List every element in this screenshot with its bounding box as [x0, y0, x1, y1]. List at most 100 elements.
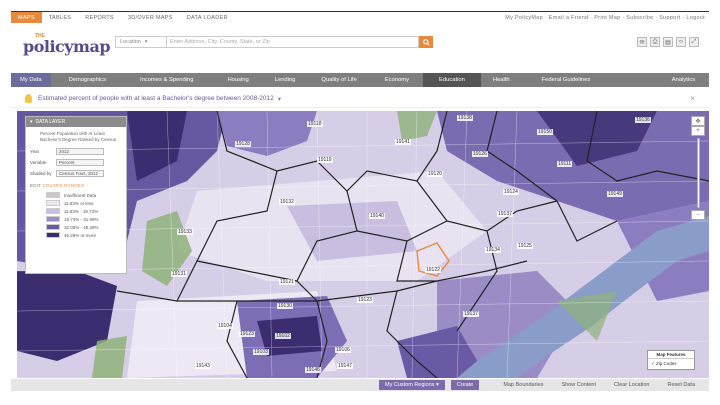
- variable-select[interactable]: Percent: [56, 159, 104, 166]
- menu-housing[interactable]: Housing: [213, 73, 262, 87]
- lightbulb-icon: [25, 94, 32, 103]
- legend-swatch: [46, 216, 60, 222]
- year-row: Year 2012: [26, 146, 126, 157]
- custom-regions-label: My Custom Regions: [385, 382, 435, 388]
- zip-label: 19141: [395, 139, 411, 145]
- menu-quality-of-life[interactable]: Quality of Life: [307, 73, 370, 87]
- footer-bar: My Custom Regions ▾ Create Map Boundarie…: [11, 379, 709, 391]
- map-canvas[interactable]: 19128 19138 19141 19150 19118 19119 1912…: [17, 111, 709, 378]
- zip-label: 19126: [472, 151, 488, 157]
- zoom-slider[interactable]: [696, 138, 700, 208]
- nav-maps[interactable]: MAPS: [11, 12, 42, 23]
- legend-swatch: [46, 232, 60, 238]
- zip-label: 19120: [427, 171, 443, 177]
- zip-label: 19130: [277, 303, 293, 309]
- legend-row: 19.74% - 31.99%: [46, 215, 122, 223]
- edit-label: EDIT: [30, 183, 41, 188]
- nav-tables[interactable]: TABLES: [42, 12, 78, 23]
- year-select[interactable]: 2012: [56, 148, 104, 155]
- zip-label: 19140: [369, 213, 385, 219]
- email-icon[interactable]: ✉: [637, 37, 647, 47]
- zip-label: 19102: [275, 333, 291, 339]
- create-button[interactable]: Create: [450, 380, 480, 390]
- zoom-in-button[interactable]: +: [691, 126, 705, 136]
- legend-row: 11.83% or less: [46, 199, 122, 207]
- edit-row: EDIT COLORS RANGES: [26, 179, 126, 191]
- top-nav-bar: MAPS TABLES REPORTS 3D/OVER MAPS DATA LO…: [11, 11, 709, 23]
- fullscreen-icon[interactable]: ⤢: [689, 37, 699, 47]
- zip-label: 19128: [235, 141, 251, 147]
- close-icon[interactable]: ×: [690, 94, 695, 103]
- map-tools: ✉ ⎙ ▤ ‹› ⤢: [637, 37, 699, 47]
- legend-row: 45.29% or more: [46, 231, 122, 239]
- location-label: Location: [120, 39, 141, 45]
- clear-location-button[interactable]: Clear Location: [608, 380, 655, 390]
- policymap-logo[interactable]: THE policymap: [23, 31, 111, 59]
- account-links[interactable]: My PolicyMap · Email a Friend · Print Ma…: [505, 15, 709, 21]
- zip-codes-toggle[interactable]: ✓ Zip Codes: [648, 359, 694, 369]
- chevron-down-icon[interactable]: ▾: [278, 95, 281, 103]
- reset-data-button[interactable]: Reset Data: [661, 380, 701, 390]
- show-content-button[interactable]: Show Content: [555, 380, 602, 390]
- chevron-down-icon: ▾: [436, 382, 439, 388]
- zoom-out-button[interactable]: −: [691, 210, 705, 220]
- edit-colors-link[interactable]: COLORS: [42, 183, 62, 188]
- legend-label: 45.29% or more: [64, 232, 97, 238]
- menu-my-data[interactable]: My Data: [11, 73, 51, 87]
- menu-health[interactable]: Health: [481, 73, 522, 87]
- legend-label: 11.83% - 19.73%: [64, 208, 99, 214]
- edit-ranges-link[interactable]: RANGES: [64, 183, 84, 188]
- zip-label: 19131: [171, 271, 187, 277]
- map-boundaries-button[interactable]: Map Boundaries: [497, 380, 549, 390]
- nav-3d-over-maps[interactable]: 3D/OVER MAPS: [121, 12, 180, 23]
- legend-row: 11.83% - 19.73%: [46, 207, 122, 215]
- search-bar: Location ▾ Enter Address, City, County, …: [115, 36, 433, 48]
- menu-education[interactable]: Education: [423, 73, 481, 87]
- layer-title: Estimated percent of people with at leas…: [38, 95, 274, 102]
- nav-data-loader[interactable]: DATA LOADER: [180, 12, 235, 23]
- print-icon[interactable]: ⎙: [650, 37, 660, 47]
- embed-icon[interactable]: ‹›: [676, 37, 686, 47]
- zip-label: 19118: [307, 121, 323, 127]
- zoom-control: ✥ + −: [691, 116, 705, 220]
- search-button[interactable]: [419, 36, 433, 48]
- zip-label: 19124: [503, 189, 519, 195]
- legend-row: Insufficient Data: [46, 191, 122, 199]
- menu-incomes-spending[interactable]: Incomes & Spending: [120, 73, 214, 87]
- nav-reports[interactable]: REPORTS: [78, 12, 121, 23]
- top-nav: MAPS TABLES REPORTS 3D/OVER MAPS DATA LO…: [11, 12, 235, 23]
- legend-swatch: [46, 224, 60, 230]
- search-input[interactable]: Enter Address, City, County, State, or Z…: [167, 36, 419, 48]
- category-menu: My Data Demographics Incomes & Spending …: [11, 73, 709, 87]
- zip-label: 19119: [317, 157, 333, 163]
- location-dropdown[interactable]: Location ▾: [115, 36, 167, 48]
- zip-label: 19111: [557, 161, 573, 167]
- legend-swatch: [46, 208, 60, 214]
- legend-swatch: [46, 200, 60, 206]
- save-icon[interactable]: ▤: [663, 37, 673, 47]
- menu-lending[interactable]: Lending: [263, 73, 308, 87]
- menu-economy[interactable]: Economy: [371, 73, 423, 87]
- zip-label: 19149: [607, 191, 623, 197]
- custom-regions-button[interactable]: My Custom Regions ▾: [379, 380, 445, 390]
- zip-label: 19138: [457, 115, 473, 121]
- menu-federal-guidelines[interactable]: Federal Guidelines: [522, 73, 611, 87]
- legend-label: 32.00% - 45.28%: [64, 224, 99, 230]
- menu-analytics[interactable]: Analytics: [658, 73, 709, 87]
- panel-header[interactable]: ▾ DATA LAYER: [26, 117, 126, 127]
- legend-row: 32.00% - 45.28%: [46, 223, 122, 231]
- zip-label: 19147: [337, 363, 353, 369]
- layer-description: Percent Population with At Least Bachelo…: [40, 131, 117, 142]
- zip-label: 19104: [217, 323, 233, 329]
- legend-swatch: [46, 192, 60, 198]
- menu-demographics[interactable]: Demographics: [55, 73, 120, 87]
- footer-actions: Map Boundaries Show Content Clear Locati…: [497, 380, 709, 390]
- zip-label: 19137: [463, 311, 479, 317]
- legend-label: 11.83% or less: [64, 200, 94, 206]
- shaded-select[interactable]: Census Tract, 2012: [56, 170, 104, 177]
- pan-icon[interactable]: ✥: [691, 116, 705, 126]
- zip-label: 19143: [195, 363, 211, 369]
- policymap-frame: MAPS TABLES REPORTS 3D/OVER MAPS DATA LO…: [11, 11, 709, 391]
- year-label: Year: [30, 149, 40, 154]
- legend: Insufficient Data 11.83% or less 11.83% …: [26, 191, 126, 239]
